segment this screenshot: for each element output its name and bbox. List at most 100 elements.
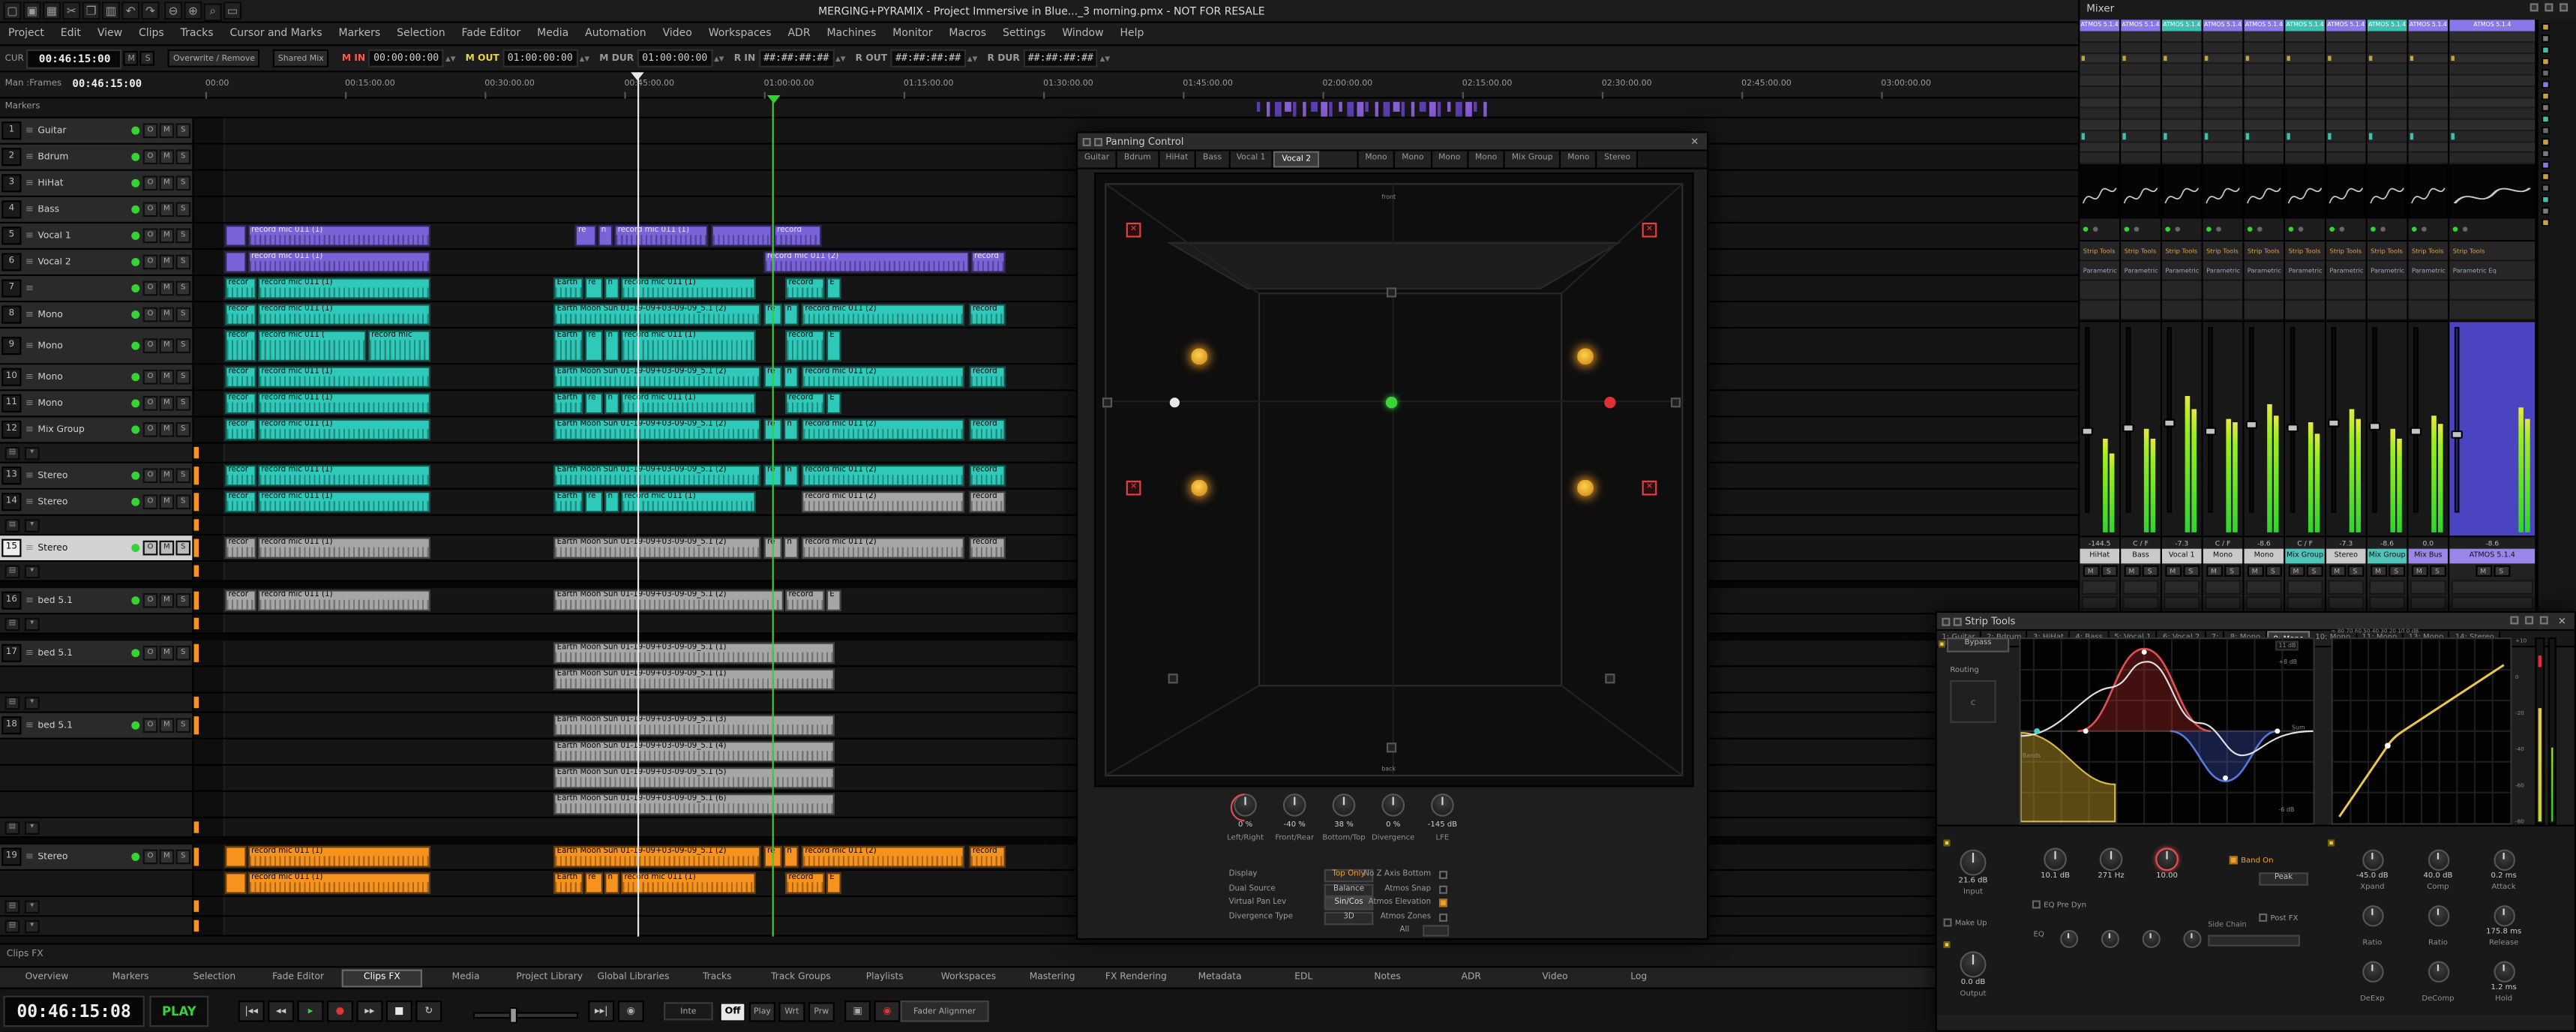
record-arm-indicator[interactable]	[131, 498, 139, 506]
mute-button[interactable]: M	[2288, 566, 2305, 577]
strip-param-row[interactable]	[2449, 98, 2535, 109]
record-arm-indicator[interactable]	[131, 722, 139, 730]
tab-mastering[interactable]: Mastering	[1012, 968, 1092, 986]
marker-flag[interactable]	[1474, 102, 1476, 112]
panner-src[interactable]	[1189, 346, 1209, 366]
marker-flag[interactable]	[1375, 102, 1378, 117]
audio-clip[interactable]: record	[774, 225, 822, 246]
menu-automation[interactable]: Automation	[577, 23, 654, 43]
audio-clip[interactable]: record	[970, 304, 1006, 325]
audio-clip[interactable]: recor	[225, 393, 256, 414]
audio-clip[interactable]: n	[604, 330, 619, 362]
audio-clip[interactable]: Earth Moon Sun 01-19-09+03-09-09_5.1 (2)	[553, 537, 760, 558]
audio-clip[interactable]: recor	[225, 278, 256, 298]
strip-param-row[interactable]	[2368, 32, 2407, 43]
plugin-slot-empty[interactable]	[2285, 301, 2325, 320]
automation-write-button[interactable]: Wrt	[778, 1002, 805, 1022]
strip-param-row[interactable]	[2162, 142, 2202, 153]
strip-param-row[interactable]	[2409, 87, 2449, 98]
strip-param-row[interactable]	[2162, 32, 2202, 43]
strip-header-label[interactable]: ATMOS 5.1.4	[2449, 20, 2535, 31]
tab-fade-editor[interactable]: Fade Editor	[258, 968, 338, 986]
flag-m[interactable]: M	[124, 51, 139, 66]
strip-param-row[interactable]	[2121, 131, 2161, 142]
record-arm-indicator[interactable]	[131, 232, 139, 240]
plugin-slot[interactable]: Parametric Eq	[2121, 261, 2161, 280]
audio-clip[interactable]: re	[585, 491, 603, 512]
track-m-button[interactable]: M	[159, 149, 174, 164]
audio-clip[interactable]: n	[598, 225, 613, 246]
panner-tab-mono[interactable]: Mono	[1359, 152, 1396, 168]
strip-param-row[interactable]	[2449, 42, 2535, 53]
record-arm-indicator[interactable]	[131, 153, 139, 161]
strip-param-row[interactable]	[2244, 32, 2284, 43]
plugin-slot-empty[interactable]	[2285, 281, 2325, 301]
audio-clip[interactable]: record	[785, 590, 825, 610]
foot-box[interactable]	[2328, 596, 2364, 610]
strip-param-row[interactable]	[2409, 120, 2449, 131]
audio-clip[interactable]: record mic 011 (1)	[258, 590, 430, 610]
foot-box[interactable]	[2369, 580, 2405, 594]
plugin-slot-empty[interactable]	[2121, 281, 2161, 301]
audio-clip[interactable]: E	[826, 330, 841, 362]
timeline-ruler[interactable]: Man :Frames 00:46:15:00 00:0000:15:00.00…	[0, 72, 2078, 98]
panner-dot-red[interactable]	[1604, 397, 1615, 408]
tab-video[interactable]: Video	[1515, 968, 1595, 986]
plugin-slot-empty[interactable]	[2244, 301, 2284, 320]
panner-src[interactable]	[1189, 478, 1209, 497]
panner-dot-green[interactable]	[1386, 397, 1397, 408]
chevron-down-icon[interactable]: ▾	[25, 518, 40, 532]
chevron-down-icon[interactable]: ▾	[25, 446, 40, 460]
track-m-button[interactable]: M	[159, 396, 174, 411]
track-m-button[interactable]: M	[159, 229, 174, 244]
minimize-icon[interactable]	[2525, 615, 2533, 623]
foot-box[interactable]	[2164, 580, 2200, 594]
audio-clip[interactable]: E	[826, 872, 841, 893]
audio-clip[interactable]: n	[784, 537, 799, 558]
strip-name[interactable]: Mono	[2244, 549, 2284, 564]
maximize-icon[interactable]	[2545, 3, 2553, 11]
track-o-button[interactable]: O	[143, 850, 158, 865]
audio-clip[interactable]: Earth	[553, 872, 583, 893]
record-arm-indicator[interactable]	[131, 258, 139, 266]
audio-clip[interactable]: re	[585, 278, 603, 298]
strip-param-row[interactable]	[2244, 142, 2284, 153]
audio-clip[interactable]: record mic 011 (1)	[258, 537, 430, 558]
strip-param-row[interactable]	[2244, 153, 2284, 164]
eq-low-2-knob[interactable]	[2101, 929, 2119, 947]
track-s-button[interactable]: S	[175, 396, 190, 411]
fader-handle[interactable]	[2205, 428, 2216, 436]
strip-header-label[interactable]: ATMOS 5.1.4	[2203, 20, 2243, 31]
audio-clip[interactable]: record	[785, 278, 825, 298]
audio-clip[interactable]: Earth Moon Sun 01-19-09+03-09-09_5.1 (2)	[553, 367, 760, 388]
marker-flag[interactable]	[1384, 102, 1390, 117]
rail-icon[interactable]	[2542, 92, 2550, 100]
eq-low-3-knob[interactable]	[2142, 929, 2160, 947]
menu-machines[interactable]: Machines	[819, 23, 885, 43]
audio-clip[interactable]: record mic 011 (1)	[621, 278, 756, 298]
audio-clip[interactable]: record mic 011 (	[258, 330, 367, 362]
panner-knob-lfe[interactable]	[1431, 794, 1454, 817]
panner-tab-bass[interactable]: Bass	[1196, 152, 1230, 168]
record-arm-indicator[interactable]	[131, 544, 139, 552]
chevron-down-icon[interactable]: ▾	[25, 899, 40, 913]
record-arm-indicator[interactable]	[131, 649, 139, 657]
audio-clip[interactable]: record mic 011 (1)	[258, 465, 430, 486]
track-header[interactable]: 19≡StereoOMS	[0, 844, 194, 869]
strip-param-row[interactable]	[2449, 64, 2535, 76]
track-header[interactable]: 6≡Vocal 2OMS	[0, 250, 194, 274]
strip-name[interactable]: Mix Bus	[2409, 549, 2449, 564]
strip-param-row[interactable]	[2326, 87, 2366, 98]
audio-clip[interactable]: E	[826, 590, 841, 610]
strip-param-row[interactable]	[2409, 98, 2449, 109]
edit-mode-select[interactable]: Overwrite / Remove	[168, 50, 259, 68]
track-m-button[interactable]: M	[159, 422, 174, 437]
panner-tab-vocal-2[interactable]: Vocal 2	[1273, 152, 1319, 168]
marker-flag[interactable]	[1266, 102, 1270, 117]
strip-param-row[interactable]	[2121, 32, 2161, 43]
track-m-button[interactable]: M	[159, 281, 174, 296]
playhead-marker-icon[interactable]	[631, 72, 644, 80]
dyn-deexp-6-knob[interactable]	[2362, 960, 2383, 981]
option-checkbox[interactable]	[1439, 871, 1447, 879]
audio-clip[interactable]: record	[970, 465, 1006, 486]
